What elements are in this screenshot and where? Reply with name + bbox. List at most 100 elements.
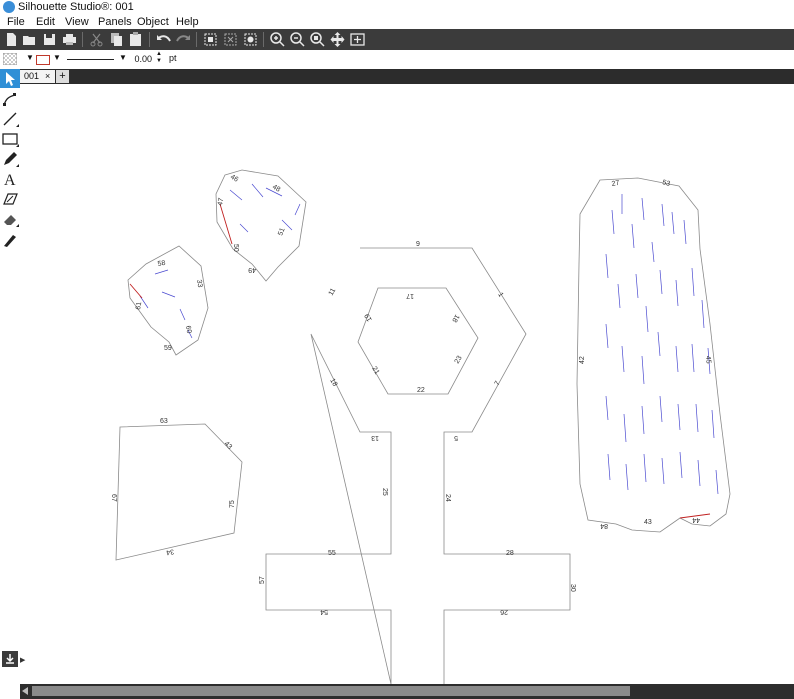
library-download-icon[interactable] bbox=[2, 651, 18, 667]
label-quad-left: 67 bbox=[110, 494, 117, 502]
title-bar: Silhouette Studio®: 001 bbox=[0, 0, 794, 14]
label-inner-ll: 21 bbox=[370, 366, 380, 376]
print-icon[interactable] bbox=[61, 31, 78, 48]
zoom-in-icon[interactable] bbox=[269, 31, 286, 48]
label-tall-g: 44 bbox=[692, 516, 700, 523]
save-icon[interactable] bbox=[41, 31, 58, 48]
select-arrow-icon[interactable] bbox=[0, 69, 20, 88]
label-hex-top: 9 bbox=[416, 241, 420, 248]
zoom-out-icon[interactable] bbox=[289, 31, 306, 48]
inner-hexagon-outline[interactable] bbox=[357, 287, 479, 395]
label-quad-top: 63 bbox=[160, 418, 168, 425]
document-tab-bar: 001 × + bbox=[0, 69, 794, 84]
document-tab[interactable]: 001 × bbox=[20, 70, 55, 83]
label-arm-left-end: 57 bbox=[259, 576, 266, 584]
toolbar-separator bbox=[149, 32, 150, 47]
label-leaf2-e: 59 bbox=[164, 345, 172, 352]
pan-icon[interactable] bbox=[329, 31, 346, 48]
undo-icon[interactable] bbox=[155, 31, 172, 48]
label-inner-ur: 18 bbox=[450, 313, 460, 323]
fill-swatch-icon[interactable] bbox=[3, 53, 17, 65]
scroll-thumb[interactable] bbox=[32, 686, 630, 696]
menu-edit[interactable]: Edit bbox=[36, 15, 55, 29]
toolbar-separator bbox=[82, 32, 83, 47]
close-tab-icon[interactable]: × bbox=[45, 70, 50, 83]
flower-shape-outline[interactable] bbox=[265, 247, 571, 684]
label-tall-e: 84 bbox=[600, 522, 608, 529]
new-document-icon[interactable] bbox=[3, 31, 20, 48]
label-leaf2-c: 61 bbox=[135, 301, 143, 310]
line-weight-input[interactable]: 0.00 bbox=[128, 52, 152, 66]
line-style-dropdown-arrow-icon[interactable]: ▼ bbox=[119, 53, 127, 62]
label-quad-tr: 43 bbox=[223, 440, 234, 451]
pencil-tool-icon[interactable] bbox=[1, 150, 19, 168]
fit-page-icon[interactable] bbox=[349, 31, 366, 48]
fill-tool-icon[interactable] bbox=[1, 190, 19, 208]
label-leaf2-b: 33 bbox=[195, 279, 203, 288]
menu-object[interactable]: Object bbox=[137, 15, 169, 29]
label-leaf1-f: 49 bbox=[248, 266, 256, 273]
silhouette-app-icon bbox=[3, 1, 15, 13]
leaf-shape-2-outline[interactable] bbox=[127, 245, 209, 356]
menu-help[interactable]: Help bbox=[176, 15, 199, 29]
line-weight-spinner-icon[interactable]: ▲ ▼ bbox=[156, 51, 162, 65]
label-tall-a: 27 bbox=[611, 180, 620, 188]
label-inner-ul: 19 bbox=[364, 312, 374, 322]
text-tool-icon[interactable]: A bbox=[1, 170, 19, 188]
menu-panels[interactable]: Panels bbox=[98, 15, 132, 29]
open-folder-icon[interactable] bbox=[21, 31, 38, 48]
label-leaf1-c: 47 bbox=[217, 197, 225, 206]
ungroup-icon[interactable] bbox=[222, 31, 239, 48]
label-inner-lr: 23 bbox=[454, 355, 464, 365]
label-hex-lr: 7 bbox=[494, 380, 502, 387]
tools-sidebar: A ▶ bbox=[0, 69, 25, 699]
copy-icon[interactable] bbox=[108, 31, 125, 48]
line-color-dropdown-arrow-icon[interactable]: ▼ bbox=[53, 53, 61, 62]
horizontal-scrollbar[interactable] bbox=[20, 684, 794, 699]
label-leaf2-d: 60 bbox=[184, 325, 192, 334]
rectangle-tool-icon[interactable] bbox=[1, 130, 19, 148]
label-arm-right-end: 30 bbox=[569, 584, 576, 592]
knife-tool-icon[interactable] bbox=[1, 230, 19, 248]
label-stem-right-top: 5 bbox=[454, 434, 458, 441]
line-style-preview[interactable] bbox=[67, 59, 114, 60]
label-hex-ul: 11 bbox=[328, 287, 338, 297]
label-tall-c: 42 bbox=[579, 356, 586, 364]
line-weight-unit: pt bbox=[169, 53, 177, 63]
menu-file[interactable]: File bbox=[7, 15, 25, 29]
scroll-left-arrow-icon[interactable] bbox=[22, 687, 28, 695]
label-quad-right: 75 bbox=[229, 500, 236, 508]
label-arm-left-top: 55 bbox=[328, 550, 336, 557]
label-inner-top: 17 bbox=[406, 292, 414, 299]
menu-view[interactable]: View bbox=[65, 15, 89, 29]
label-leaf2-a: 58 bbox=[157, 260, 166, 268]
eraser-tool-icon[interactable] bbox=[1, 210, 19, 228]
point-edit-icon[interactable] bbox=[1, 90, 19, 108]
main-toolbar bbox=[0, 29, 794, 50]
cut-icon[interactable] bbox=[88, 31, 105, 48]
label-stem-left-top: 13 bbox=[371, 434, 379, 441]
label-arm-left-bottom: 54 bbox=[320, 608, 328, 615]
zoom-select-icon[interactable] bbox=[309, 31, 326, 48]
label-inner-bottom: 22 bbox=[417, 387, 425, 394]
label-tall-d: 45 bbox=[704, 356, 712, 364]
properties-bar: ▼ ▼ ▼ 0.00 ▲ ▼ pt bbox=[0, 50, 794, 70]
select-all-icon[interactable] bbox=[242, 31, 259, 48]
label-leaf1-e: 51 bbox=[277, 227, 286, 237]
leaf-shape-1-outline[interactable] bbox=[215, 169, 307, 282]
label-tall-f: 43 bbox=[644, 519, 652, 526]
label-stem-right: 24 bbox=[444, 494, 451, 502]
design-canvas[interactable]: 9 11 1 18 7 17 19 18 21 23 22 13 5 25 24… bbox=[20, 84, 794, 684]
line-tool-icon[interactable] bbox=[1, 110, 19, 128]
fill-dropdown-arrow-icon[interactable]: ▼ bbox=[26, 53, 34, 62]
label-tall-b: 53 bbox=[661, 179, 670, 188]
add-tab-button[interactable]: + bbox=[56, 70, 69, 83]
document-tab-label: 001 bbox=[24, 71, 40, 81]
svg-text:A: A bbox=[4, 172, 16, 188]
menu-bar: File Edit View Panels Object Help bbox=[0, 15, 794, 29]
label-leaf1-d: 50 bbox=[232, 244, 239, 252]
line-color-swatch[interactable] bbox=[36, 55, 50, 65]
group-icon[interactable] bbox=[202, 31, 219, 48]
paste-icon[interactable] bbox=[127, 31, 144, 48]
redo-icon[interactable] bbox=[175, 31, 192, 48]
